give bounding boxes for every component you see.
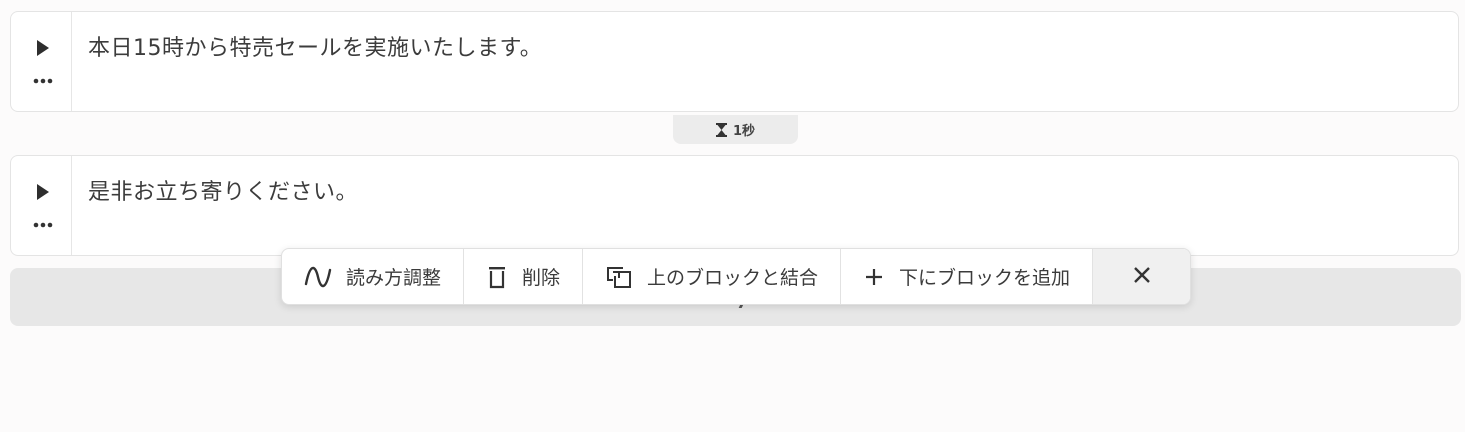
merge-with-above-button[interactable]: 上のブロックと結合 — [583, 249, 842, 304]
pause-duration-label: 1秒 — [732, 124, 756, 139]
wave-icon — [304, 264, 332, 290]
text-block-1[interactable]: 本日15時から特売セールを実施いたします。 — [10, 11, 1459, 112]
add-block-label: 下にブロックを追加 — [899, 267, 1071, 289]
delete-label: 削除 — [522, 267, 561, 289]
reading-adjust-label: 読み方調整 — [346, 267, 442, 289]
play-icon[interactable] — [37, 40, 49, 56]
close-toolbar-button[interactable] — [1093, 249, 1190, 304]
block-text[interactable]: 是非お立ち寄りください。 — [88, 174, 358, 206]
block-controls — [11, 12, 72, 111]
text-block-2[interactable]: 是非お立ち寄りください。 — [10, 155, 1459, 256]
pause-duration-badge[interactable]: 1秒 — [673, 115, 798, 144]
plus-icon — [863, 266, 885, 288]
block-text[interactable]: 本日15時から特売セールを実施いたします。 — [88, 30, 542, 62]
play-icon[interactable] — [37, 184, 49, 200]
trash-icon — [486, 265, 508, 289]
block-context-toolbar: 読み方調整 削除 上のブロックと結合 下にブロックを追加 — [281, 248, 1191, 305]
close-icon — [1132, 265, 1152, 289]
hourglass-icon — [715, 122, 727, 137]
reading-adjust-button[interactable]: 読み方調整 — [282, 249, 465, 304]
merge-icon — [605, 264, 633, 290]
merge-label: 上のブロックと結合 — [647, 267, 819, 289]
delete-button[interactable]: 削除 — [464, 249, 584, 304]
more-horizontal-icon[interactable] — [31, 74, 55, 88]
more-horizontal-icon[interactable] — [31, 218, 55, 232]
add-block-below-button[interactable]: 下にブロックを追加 — [841, 249, 1094, 304]
block-controls — [11, 156, 72, 255]
